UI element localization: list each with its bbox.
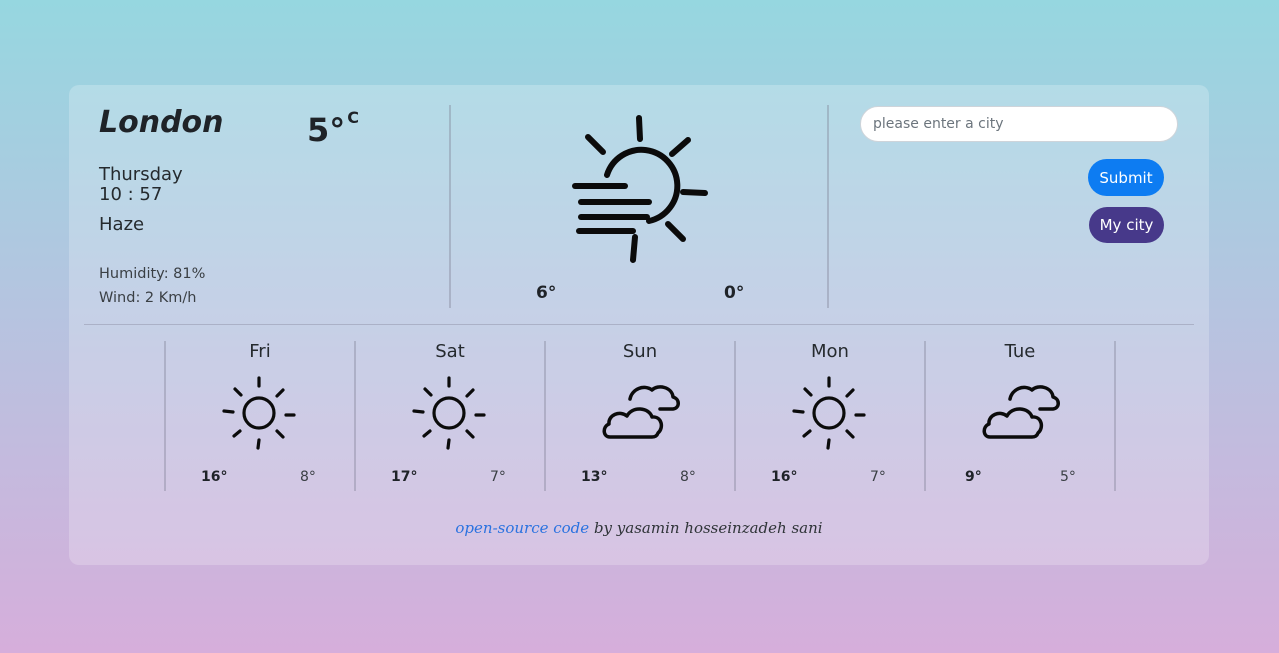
open-source-link[interactable]: open-source code: [455, 519, 589, 537]
submit-button[interactable]: Submit: [1088, 159, 1164, 196]
current-low: 0°: [724, 283, 745, 303]
current-high: 6°: [536, 283, 557, 303]
current-weather-info: London 5° C Thursday 10 : 57 Haze Humidit…: [99, 105, 419, 306]
section-divider: [84, 324, 1194, 325]
forecast-day-card: Fri 16° 8°: [165, 341, 355, 491]
divider: [827, 105, 829, 308]
temperature-unit: C: [347, 108, 360, 128]
forecast-low: 7°: [870, 469, 886, 485]
footer-credit: open-source code by yasamin hosseinzadeh…: [69, 519, 1209, 537]
forecast-day-card: Mon 16° 7°: [735, 341, 925, 491]
forecast-day-name: Sat: [435, 341, 465, 362]
current-time: 10 : 57: [99, 184, 163, 205]
forecast-high: 16°: [771, 469, 798, 485]
clouds-icon: [982, 385, 1060, 439]
forecast-low: 8°: [680, 469, 696, 485]
forecast-high: 16°: [201, 469, 228, 485]
weather-card: London 5° C Thursday 10 : 57 Haze Humidit…: [69, 85, 1209, 565]
current-day: Thursday: [99, 164, 183, 185]
sun-icon: [792, 376, 866, 450]
forecast-day-name: Sun: [622, 341, 658, 362]
sun-icon: [222, 376, 296, 450]
forecast-day-name: Tue: [1004, 341, 1036, 362]
my-city-button[interactable]: My city: [1089, 207, 1164, 243]
forecast-day-card: Tue 9° 5°: [925, 341, 1115, 491]
current-temperature: 5° C: [307, 108, 360, 149]
sun-icon: [412, 376, 486, 450]
forecast-low: 5°: [1060, 469, 1076, 485]
humidity: Humidity: 81%: [99, 266, 206, 282]
forecast-day-name: Fri: [249, 341, 271, 362]
city-search-input[interactable]: [860, 106, 1178, 142]
city-name: London: [99, 105, 224, 140]
forecast-day-card: Sat 17° 7°: [355, 341, 545, 491]
author-credit: by yasamin hosseinzadeh sani: [589, 519, 823, 537]
haze-icon: [572, 115, 708, 263]
divider: [449, 105, 451, 308]
forecast-day-card: Sun 13° 8°: [545, 341, 735, 491]
forecast-high: 9°: [965, 469, 982, 485]
wind: Wind: 2 Km/h: [99, 290, 197, 306]
weather-description: Haze: [99, 214, 145, 235]
temperature-value: 5°: [307, 111, 346, 149]
forecast-low: 7°: [490, 469, 506, 485]
forecast-day-name: Mon: [811, 341, 849, 362]
forecast-low: 8°: [300, 469, 316, 485]
forecast-high: 17°: [391, 469, 418, 485]
forecast-high: 13°: [581, 469, 608, 485]
clouds-icon: [602, 385, 680, 439]
